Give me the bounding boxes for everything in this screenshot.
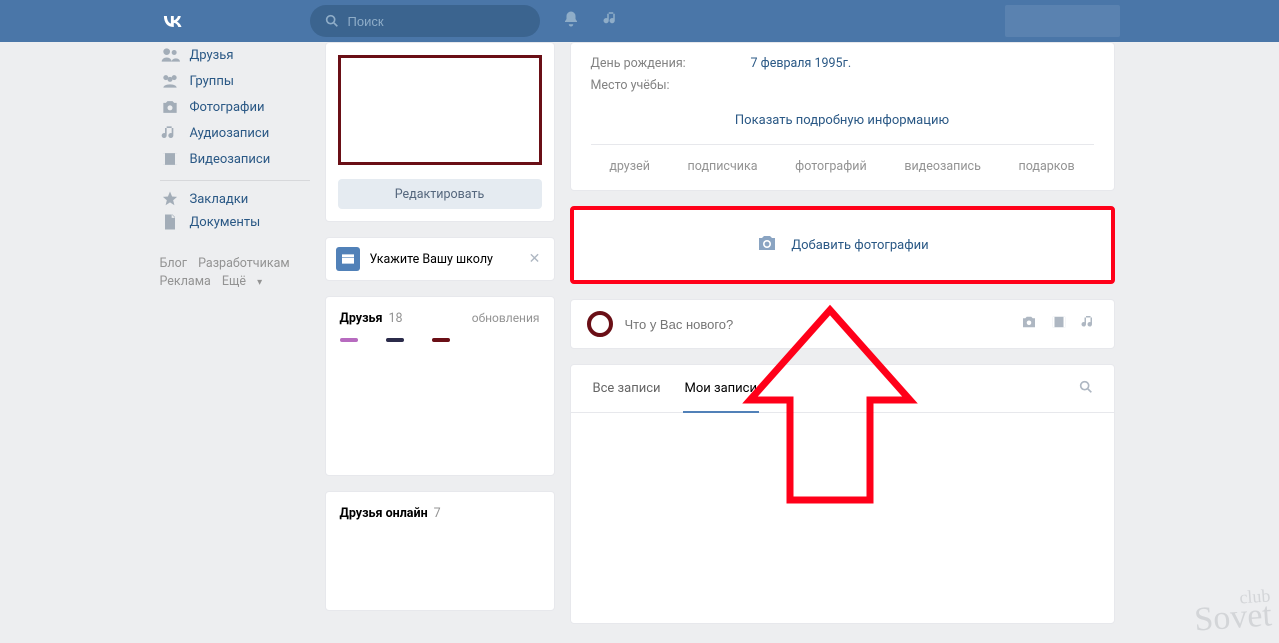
counter-gifts[interactable]: подарков <box>1019 159 1075 174</box>
sidebar-item-label: Закладки <box>190 192 249 207</box>
study-label: Место учёбы: <box>591 75 751 97</box>
search-box[interactable] <box>310 5 540 37</box>
audio-icon <box>160 123 180 143</box>
footer-links: Блог Разработчикам Реклама Ещё ▾ <box>160 255 310 292</box>
sidebar-item-documents[interactable]: Документы <box>160 209 310 235</box>
counter-friends[interactable]: друзей <box>609 159 650 174</box>
sidebar-item-label: Аудиозаписи <box>190 126 270 141</box>
birthday-value[interactable]: 7 февраля 1995г. <box>751 53 852 75</box>
edit-button[interactable]: Редактировать <box>338 179 542 209</box>
profile-photo-card: Редактировать <box>325 42 555 222</box>
school-icon <box>336 247 360 271</box>
show-more-info[interactable]: Показать подробную информацию <box>591 97 1094 128</box>
friends-online-title: Друзья онлайн <box>340 506 428 521</box>
wall: Все записи Мои записи <box>570 364 1115 624</box>
friends-icon <box>160 45 180 65</box>
photo-icon <box>160 97 180 117</box>
sidebar-item-label: Друзья <box>190 48 234 63</box>
add-photos-label: Добавить фотографии <box>791 238 928 253</box>
notifications-icon[interactable] <box>562 10 580 32</box>
birthday-label: День рождения: <box>591 53 751 75</box>
tab-my-posts[interactable]: Мои записи <box>683 365 759 412</box>
friends-online-count: 7 <box>434 506 441 521</box>
footer-dev[interactable]: Разработчикам <box>198 256 290 271</box>
sidebar: Друзья Группы Фотографии Аудиозаписи Вид… <box>160 42 310 292</box>
groups-icon <box>160 71 180 91</box>
chevron-down-icon: ▾ <box>257 277 262 288</box>
sidebar-item-label: Документы <box>190 215 261 230</box>
avatar <box>587 311 613 337</box>
friends-title: Друзья <box>340 311 383 326</box>
sidebar-item-audio[interactable]: Аудиозаписи <box>160 120 310 146</box>
star-icon <box>160 189 180 209</box>
footer-ads[interactable]: Реклама <box>160 274 211 289</box>
music-icon[interactable] <box>602 10 620 32</box>
friends-online-block[interactable]: Друзья онлайн 7 <box>325 491 555 611</box>
counter-photos[interactable]: фотографий <box>795 159 867 174</box>
friends-block[interactable]: Друзья 18 обновления <box>325 296 555 476</box>
camera-icon <box>755 231 779 259</box>
attach-video-icon[interactable] <box>1050 313 1068 335</box>
sidebar-item-photos[interactable]: Фотографии <box>160 94 310 120</box>
profile-counters: друзей подписчика фотографий видеозапись… <box>591 144 1094 174</box>
add-photos-block[interactable]: Добавить фотографии <box>570 206 1115 284</box>
wall-search-icon[interactable] <box>1078 379 1094 399</box>
profile-photo[interactable] <box>338 55 542 165</box>
sidebar-item-label: Фотографии <box>190 100 265 115</box>
search-input[interactable] <box>348 14 508 29</box>
attach-photo-icon[interactable] <box>1020 313 1038 335</box>
footer-blog[interactable]: Блог <box>160 256 187 271</box>
friends-count: 18 <box>388 311 402 326</box>
sidebar-item-bookmarks[interactable]: Закладки <box>160 180 310 209</box>
friends-updates[interactable]: обновления <box>472 311 540 325</box>
school-prompt-card[interactable]: Укажите Вашу школу ✕ <box>325 237 555 281</box>
school-prompt-text: Укажите Вашу школу <box>370 252 516 267</box>
video-icon <box>160 149 180 169</box>
profile-info-card: День рождения: 7 февраля 1995г. Место уч… <box>570 42 1115 191</box>
sidebar-item-label: Группы <box>190 74 234 89</box>
post-composer[interactable] <box>570 299 1115 349</box>
sidebar-item-groups[interactable]: Группы <box>160 68 310 94</box>
friend-previews <box>340 338 540 342</box>
sidebar-item-label: Видеозаписи <box>190 152 271 167</box>
logo[interactable] <box>160 9 310 33</box>
search-icon <box>324 13 340 29</box>
user-menu[interactable] <box>1005 5 1120 37</box>
attach-audio-icon[interactable] <box>1080 313 1098 335</box>
tab-all-posts[interactable]: Все записи <box>591 365 663 412</box>
counter-followers[interactable]: подписчика <box>688 159 758 174</box>
close-icon[interactable]: ✕ <box>526 250 544 268</box>
post-input[interactable] <box>625 317 1008 332</box>
footer-more[interactable]: Ещё ▾ <box>222 274 270 289</box>
sidebar-item-friends[interactable]: Друзья <box>160 42 310 68</box>
sidebar-item-video[interactable]: Видеозаписи <box>160 146 310 172</box>
doc-icon <box>160 212 180 232</box>
counter-videos[interactable]: видеозапись <box>904 159 981 174</box>
topbar <box>0 0 1279 42</box>
